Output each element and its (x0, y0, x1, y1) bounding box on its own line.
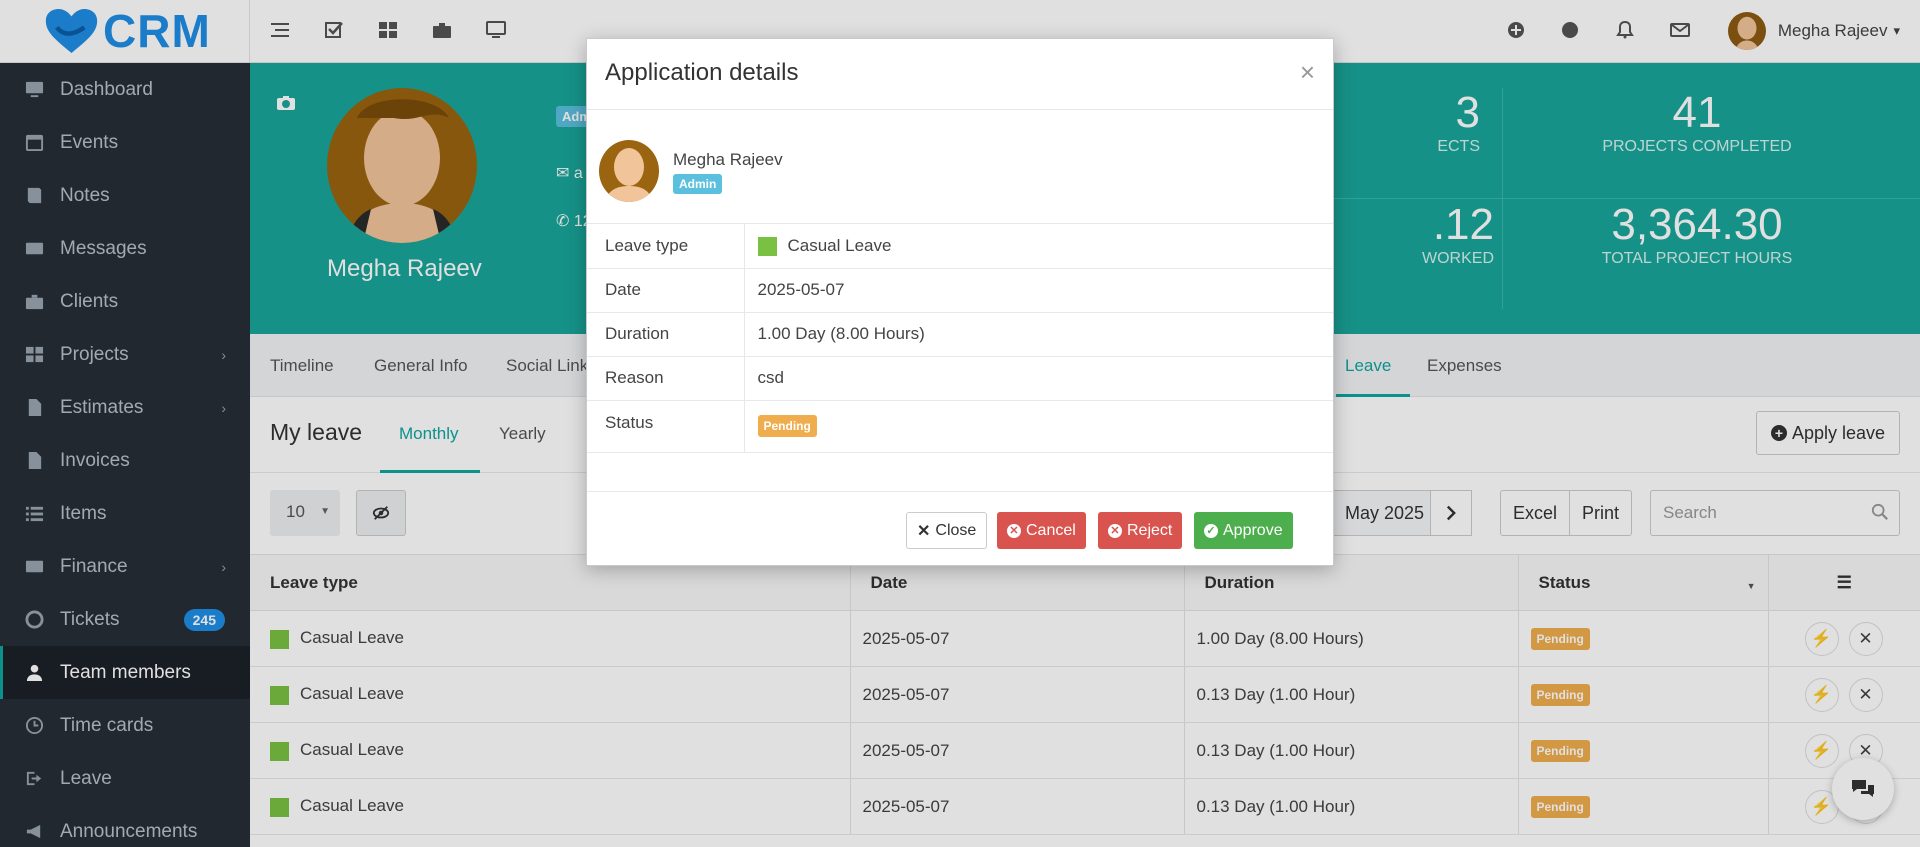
button-label: Approve (1223, 521, 1283, 539)
detail-row: Duration 1.00 Day (8.00 Hours) (587, 312, 1333, 357)
detail-key: Status (587, 400, 745, 453)
detail-value: Pending (744, 400, 1333, 453)
detail-value: csd (744, 356, 1333, 401)
leave-type-text: Casual Leave (787, 235, 892, 255)
times-circle-icon: ✕ (1108, 523, 1122, 538)
status-badge: Pending (757, 415, 817, 437)
reject-button[interactable]: ✕ Reject (1098, 512, 1183, 549)
detail-key: Date (587, 268, 745, 313)
button-label: Reject (1127, 521, 1173, 539)
detail-row: Status Pending (587, 400, 1333, 453)
modal-header: Application details × (587, 39, 1333, 110)
detail-row: Leave type Casual Leave (587, 224, 1333, 269)
cancel-button[interactable]: ✕ Cancel (997, 512, 1086, 549)
applicant-name: Megha Rajeev (673, 150, 783, 169)
modal-footer: ✕ Close ✕ Cancel ✕ Reject ✓ Approve (587, 491, 1333, 566)
application-details-modal: Application details × Megha Rajeev Admin… (586, 38, 1334, 566)
detail-value: 2025-05-07 (744, 268, 1333, 313)
detail-value: Casual Leave (744, 224, 1333, 269)
check-circle-icon: ✓ (1204, 523, 1218, 538)
detail-key: Reason (587, 356, 745, 401)
detail-key: Leave type (587, 224, 745, 269)
button-label: Close (935, 521, 977, 539)
detail-row: Reason csd (587, 356, 1333, 401)
detail-value: 1.00 Day (8.00 Hours) (744, 312, 1333, 357)
times-circle-icon: ✕ (1007, 523, 1021, 538)
avatar (599, 140, 659, 202)
close-icon: ✕ (917, 522, 931, 540)
approve-button[interactable]: ✓ Approve (1194, 512, 1293, 549)
detail-key: Duration (587, 312, 745, 357)
role-badge: Admin (673, 174, 723, 194)
application-details-table: Leave type Casual Leave Date 2025-05-07 … (587, 224, 1333, 453)
detail-row: Date 2025-05-07 (587, 268, 1333, 313)
close-icon[interactable]: × (1300, 57, 1315, 88)
color-swatch (757, 236, 777, 256)
button-label: Cancel (1026, 521, 1076, 539)
close-button[interactable]: ✕ Close (906, 512, 988, 549)
applicant-info: Megha Rajeev Admin (587, 110, 1333, 224)
modal-title: Application details (605, 59, 799, 86)
